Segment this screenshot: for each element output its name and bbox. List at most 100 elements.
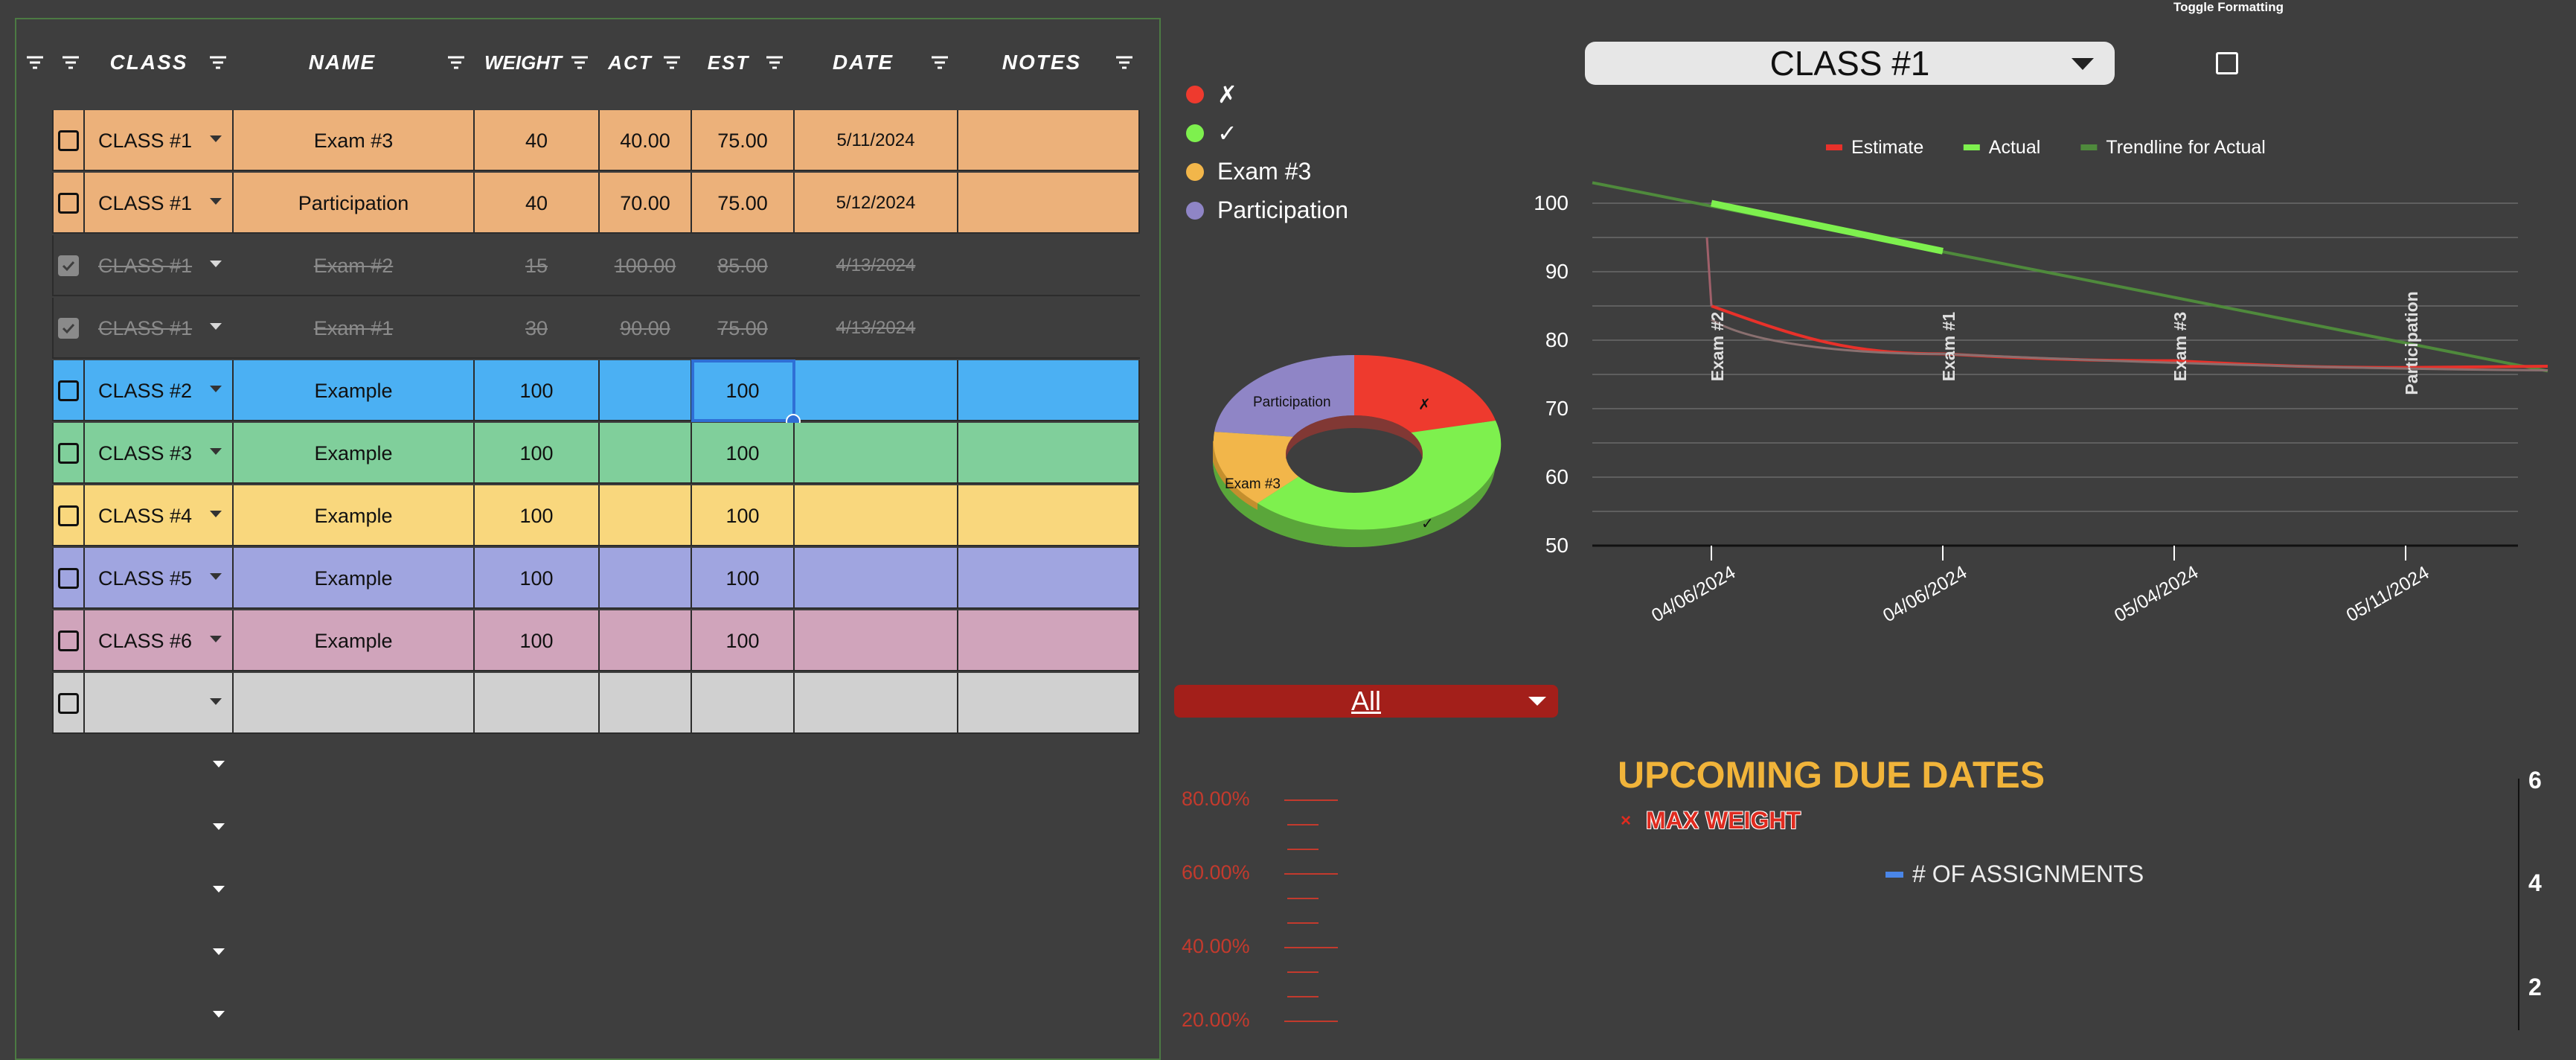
date-cell[interactable]: [795, 485, 958, 546]
name-cell[interactable]: Exam #2: [234, 235, 475, 296]
class-cell[interactable]: CLASS #6: [85, 610, 234, 671]
date-cell[interactable]: [795, 360, 958, 421]
notes-cell[interactable]: [958, 610, 1140, 671]
weight-cell[interactable]: 40: [475, 173, 600, 234]
weight-cell[interactable]: 15: [475, 235, 600, 296]
notes-cell[interactable]: [958, 110, 1140, 171]
row-checkbox-cell[interactable]: [52, 548, 85, 609]
class-cell[interactable]: CLASS #3: [85, 423, 234, 484]
row-checkbox-cell[interactable]: [52, 110, 85, 171]
weight-cell[interactable]: 100: [475, 360, 600, 421]
row-checkbox-cell[interactable]: [52, 173, 85, 234]
est-cell[interactable]: 85.00: [692, 235, 795, 296]
est-cell[interactable]: 75.00: [692, 298, 795, 359]
class-cell[interactable]: CLASS #1: [85, 235, 234, 296]
notes-cell[interactable]: [958, 360, 1140, 421]
notes-cell[interactable]: [958, 423, 1140, 484]
date-cell[interactable]: 4/13/2024: [795, 298, 958, 359]
notes-cell[interactable]: [958, 548, 1140, 609]
weight-cell[interactable]: 100: [475, 548, 600, 609]
row-checkbox[interactable]: [58, 255, 79, 276]
class-cell[interactable]: CLASS #1: [85, 110, 234, 171]
weight-cell[interactable]: [475, 673, 600, 734]
class-dropdown-caret[interactable]: [213, 886, 225, 893]
notes-cell[interactable]: [958, 485, 1140, 546]
act-cell[interactable]: 100.00: [600, 235, 692, 296]
name-cell[interactable]: Example: [234, 423, 475, 484]
header-class[interactable]: CLASS: [97, 48, 201, 77]
act-cell[interactable]: [600, 485, 692, 546]
chevron-down-icon[interactable]: [210, 636, 222, 642]
name-cell[interactable]: Example: [234, 360, 475, 421]
header-weight[interactable]: WEIGHT: [482, 48, 564, 77]
est-cell[interactable]: 100: [692, 423, 795, 484]
date-cell[interactable]: [795, 548, 958, 609]
chevron-down-icon[interactable]: [210, 573, 222, 580]
name-cell[interactable]: Exam #3: [234, 110, 475, 171]
weight-cell[interactable]: 100: [475, 423, 600, 484]
weight-cell[interactable]: 100: [475, 485, 600, 546]
filter-icon[interactable]: [661, 54, 683, 71]
chevron-down-icon[interactable]: [210, 698, 222, 705]
header-date[interactable]: DATE: [818, 48, 908, 77]
act-cell[interactable]: [600, 423, 692, 484]
date-cell[interactable]: 5/12/2024: [795, 173, 958, 234]
filter-select[interactable]: All: [1174, 685, 1558, 718]
row-checkbox[interactable]: [58, 130, 79, 151]
chevron-down-icon[interactable]: [210, 261, 222, 267]
est-cell[interactable]: 75.00: [692, 110, 795, 171]
chevron-down-icon[interactable]: [210, 323, 222, 330]
filter-icon[interactable]: [207, 54, 229, 71]
class-select[interactable]: CLASS #1: [1585, 42, 2115, 85]
notes-cell[interactable]: [958, 673, 1140, 734]
class-cell[interactable]: CLASS #5: [85, 548, 234, 609]
row-checkbox-cell[interactable]: [52, 610, 85, 671]
est-cell[interactable]: [692, 673, 795, 734]
class-cell[interactable]: [85, 673, 234, 734]
filter-icon[interactable]: [445, 54, 467, 71]
name-cell[interactable]: Example: [234, 548, 475, 609]
filter-icon[interactable]: [60, 54, 82, 71]
filter-icon[interactable]: [1113, 54, 1135, 71]
name-cell[interactable]: Participation: [234, 173, 475, 234]
weight-cell[interactable]: 40: [475, 110, 600, 171]
filter-icon[interactable]: [568, 54, 591, 71]
filter-icon[interactable]: [929, 54, 951, 71]
act-cell[interactable]: [600, 610, 692, 671]
header-notes[interactable]: NOTES: [982, 48, 1101, 77]
name-cell[interactable]: Example: [234, 485, 475, 546]
row-checkbox-cell[interactable]: [52, 423, 85, 484]
name-cell[interactable]: [234, 673, 475, 734]
filter-icon[interactable]: [24, 54, 46, 71]
row-checkbox[interactable]: [58, 568, 79, 589]
class-cell[interactable]: CLASS #1: [85, 298, 234, 359]
row-checkbox[interactable]: [58, 443, 79, 464]
date-cell[interactable]: 4/13/2024: [795, 235, 958, 296]
row-checkbox-cell[interactable]: [52, 235, 85, 296]
header-name[interactable]: NAME: [283, 48, 402, 77]
row-checkbox-cell[interactable]: [52, 485, 85, 546]
date-cell[interactable]: [795, 673, 958, 734]
row-checkbox[interactable]: [58, 380, 79, 401]
class-dropdown-caret[interactable]: [213, 1011, 225, 1018]
act-cell[interactable]: [600, 360, 692, 421]
est-cell[interactable]: 75.00: [692, 173, 795, 234]
chevron-down-icon[interactable]: [210, 448, 222, 455]
filter-icon[interactable]: [763, 54, 786, 71]
notes-cell[interactable]: [958, 235, 1140, 296]
chevron-down-icon[interactable]: [210, 135, 222, 142]
name-cell[interactable]: Exam #1: [234, 298, 475, 359]
row-checkbox[interactable]: [58, 193, 79, 214]
date-cell[interactable]: [795, 423, 958, 484]
row-checkbox[interactable]: [58, 693, 79, 714]
act-cell[interactable]: 40.00: [600, 110, 692, 171]
row-checkbox[interactable]: [58, 505, 79, 526]
chevron-down-icon[interactable]: [210, 386, 222, 392]
row-checkbox-cell[interactable]: [52, 673, 85, 734]
row-checkbox[interactable]: [58, 630, 79, 651]
class-dropdown-caret[interactable]: [213, 761, 225, 767]
notes-cell[interactable]: [958, 298, 1140, 359]
header-act[interactable]: ACT: [604, 48, 656, 77]
toggle-formatting-checkbox[interactable]: [2216, 52, 2238, 74]
est-cell[interactable]: 100: [692, 485, 795, 546]
